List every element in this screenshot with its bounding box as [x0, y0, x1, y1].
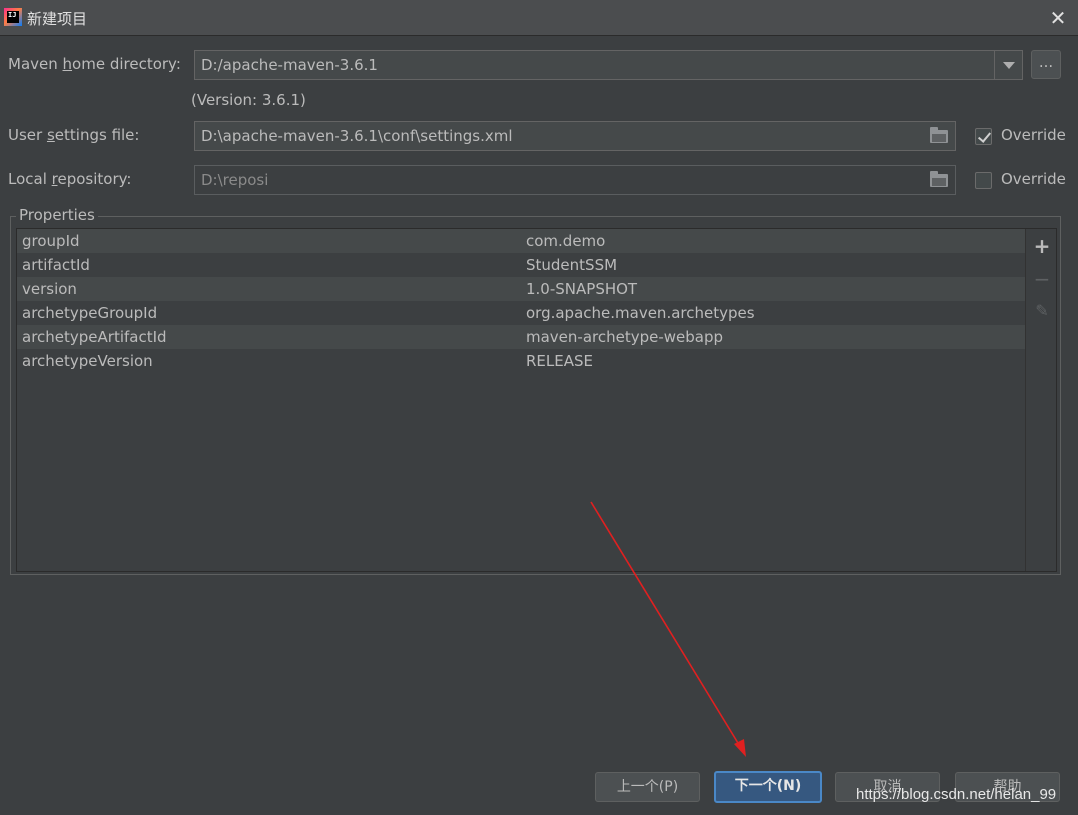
previous-button[interactable]: 上一个(P): [595, 772, 700, 802]
watermark: https://blog.csdn.net/helan_99: [856, 786, 1057, 803]
next-button[interactable]: 下一个(N): [714, 771, 822, 803]
annotation-arrow: [590, 501, 746, 757]
